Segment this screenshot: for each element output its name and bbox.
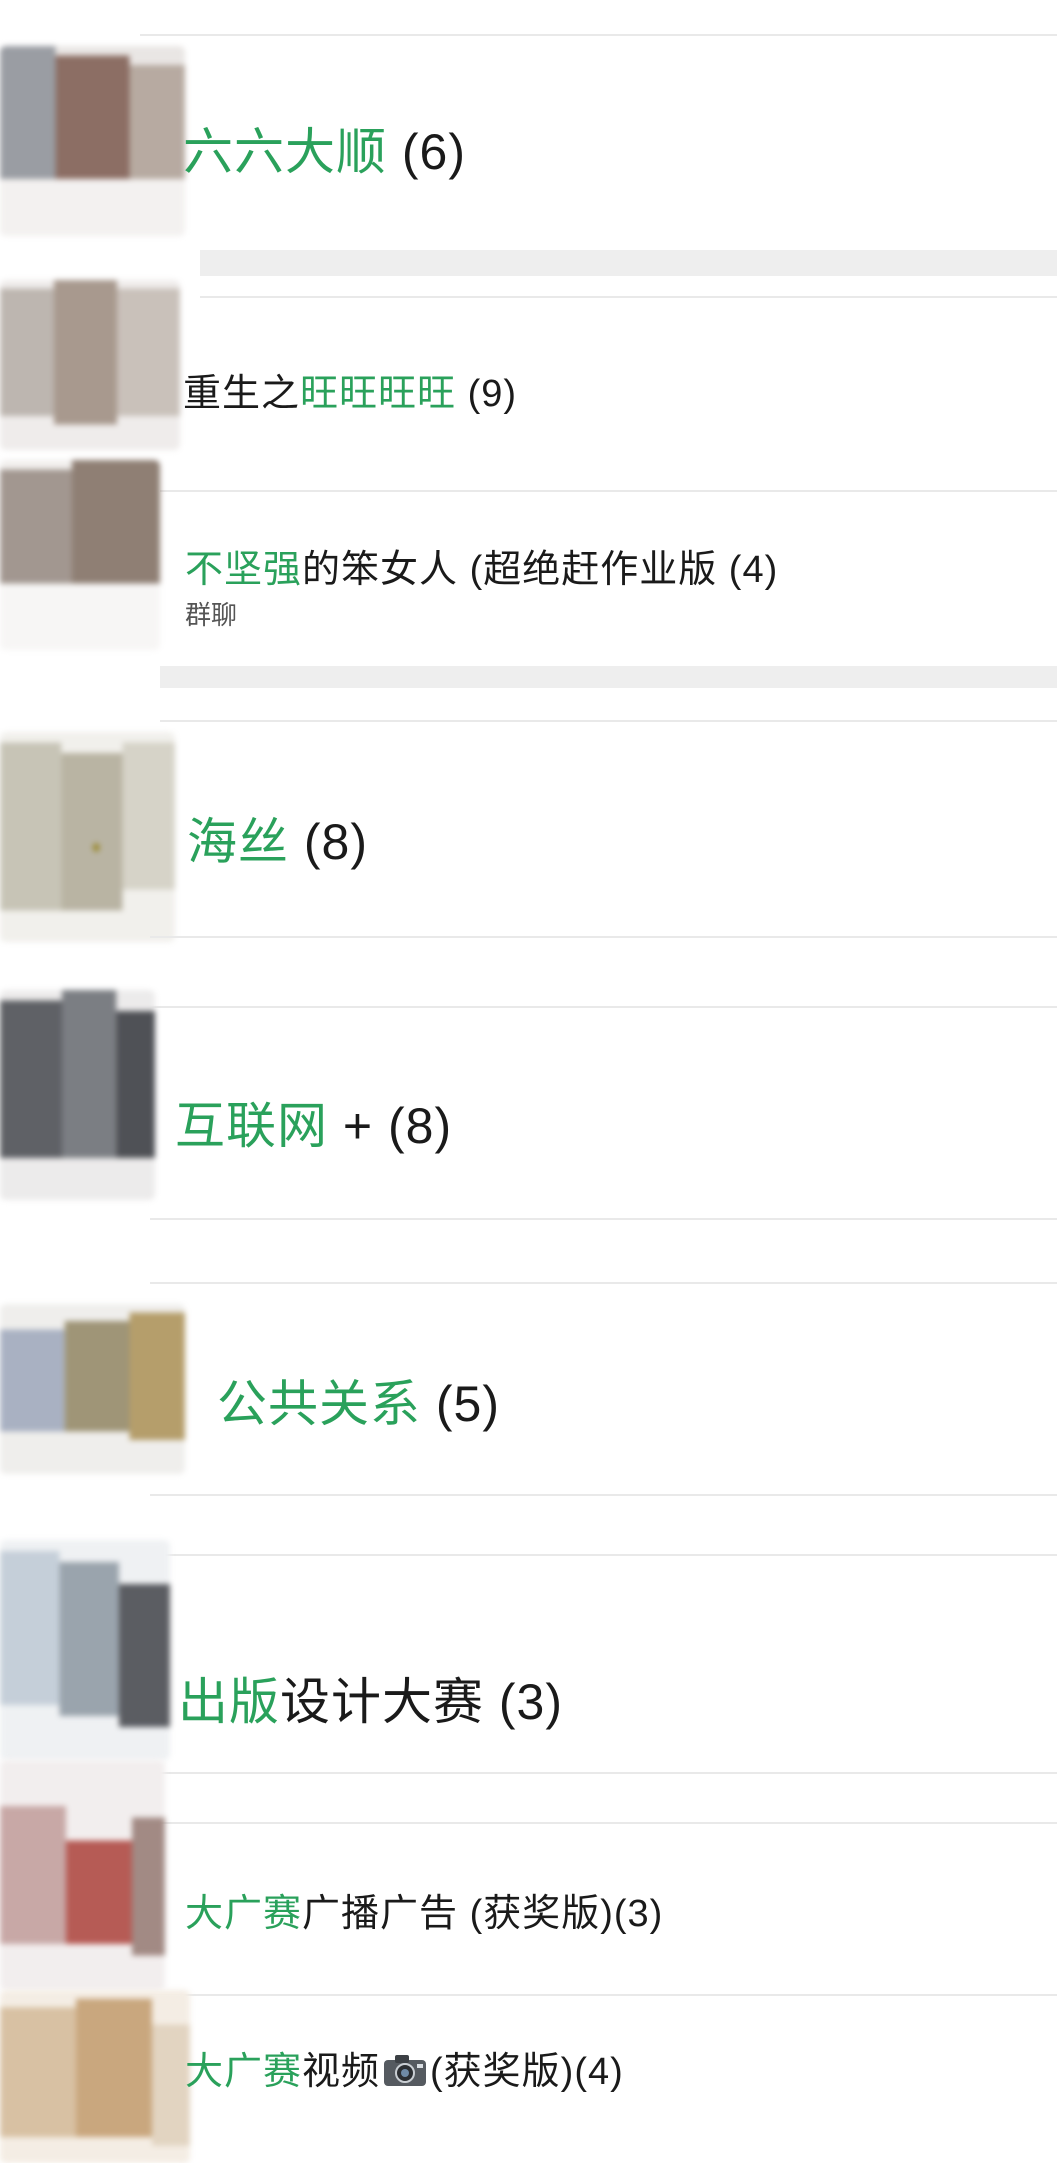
group-avatar: [0, 460, 160, 650]
group-avatar: [0, 1304, 185, 1474]
section-gap: [160, 666, 1057, 688]
chat-title: 互联网 + (8): [175, 1086, 452, 1158]
chat-title: 重生之旺旺旺旺 (9): [183, 362, 517, 417]
chat-item-haisi[interactable]: 海丝 (8): [0, 722, 1057, 942]
chat-title: 海丝 (8): [187, 802, 368, 874]
chat-item-chuban[interactable]: 出版设计大赛 (3): [0, 1540, 1057, 1780]
chat-title-highlight: 海丝: [187, 814, 289, 870]
chat-title-highlight: 大广赛: [185, 2051, 303, 2093]
group-avatar: [0, 1760, 165, 1990]
chat-subtitle: 群聊: [185, 600, 238, 630]
group-avatar: [0, 990, 155, 1200]
chat-title-text: 视频: [302, 2051, 381, 2093]
member-count: (5): [435, 1376, 501, 1432]
chat-title-highlight: 公共关系: [217, 1376, 421, 1432]
chat-item-hulianwang[interactable]: 互联网 + (8): [0, 990, 1057, 1210]
member-count: (4): [574, 2051, 624, 2093]
group-avatar: [0, 46, 185, 236]
member-count: (9): [467, 373, 518, 415]
chat-title: 大广赛广播广告 (获奖版)(3): [185, 1882, 663, 1937]
divider: [150, 1218, 1057, 1220]
chat-title-text: 的笨女人 (超绝赶作业版: [302, 549, 718, 591]
chat-title-text: 设计大赛: [280, 1674, 484, 1730]
chat-item-daguangsai-guangbo[interactable]: 大广赛广播广告 (获奖版)(3): [0, 1760, 1057, 1990]
chat-title-highlight: 不坚强: [185, 549, 303, 591]
member-count: (8): [388, 1098, 453, 1154]
group-avatar: [0, 1540, 170, 1760]
group-chat-list: 六六大顺 (6) 重生之旺旺旺旺 (9) 不坚强的笨女人 (超绝赶作业版 (4)…: [0, 0, 1057, 2163]
chat-title-suffix: (获奖版): [430, 2051, 575, 2093]
chat-title-highlight: 互联网: [175, 1098, 328, 1154]
group-avatar: [0, 732, 175, 942]
chat-title: 六六大顺 (6): [183, 112, 466, 184]
chat-title: 不坚强的笨女人 (超绝赶作业版 (4): [185, 538, 778, 593]
group-avatar: [0, 1990, 190, 2163]
chat-title: 公共关系 (5): [217, 1364, 500, 1436]
divider: [150, 936, 1057, 938]
chat-title: 出版设计大赛 (3): [178, 1662, 563, 1734]
chat-item-chongshengzhi[interactable]: 重生之旺旺旺旺 (9): [0, 280, 1057, 470]
chat-item-liuliudashun[interactable]: 六六大顺 (6): [0, 36, 1057, 246]
chat-item-daguangsai-shipin[interactable]: 大广赛视频 (获奖版)(4): [0, 1990, 1057, 2163]
chat-title-text: +: [342, 1098, 374, 1154]
camera-icon: [382, 2052, 428, 2098]
member-count: (3): [613, 1893, 664, 1935]
chat-title-highlight: 旺旺旺旺: [300, 373, 457, 415]
chat-title-text: 广播广告 (获奖版): [302, 1893, 614, 1935]
divider: [150, 1494, 1057, 1496]
member-count: (6): [401, 124, 467, 180]
chat-title: 大广赛视频 (获奖版)(4): [185, 2040, 624, 2098]
member-count: (3): [498, 1674, 564, 1730]
chat-title-highlight: 大广赛: [185, 1893, 303, 1935]
section-gap: [200, 250, 1057, 276]
chat-title-prefix: 重生之: [183, 373, 301, 415]
chat-item-bujianqiang[interactable]: 不坚强的笨女人 (超绝赶作业版 (4) 群聊: [0, 460, 1057, 660]
member-count: (4): [728, 549, 779, 591]
chat-title-highlight: 出版: [178, 1674, 280, 1730]
chat-title-highlight: 六六大顺: [183, 124, 387, 180]
member-count: (8): [303, 814, 369, 870]
chat-item-gonggongguanxi[interactable]: 公共关系 (5): [0, 1284, 1057, 1494]
group-avatar: [0, 280, 180, 450]
